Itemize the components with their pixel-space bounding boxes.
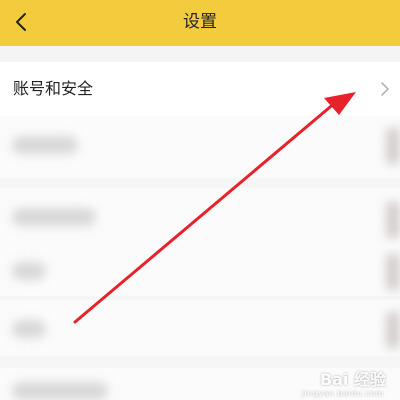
- blurred-settings-list: [0, 116, 400, 400]
- chevron-right-icon: [381, 82, 389, 96]
- blurred-row: [0, 246, 400, 296]
- settings-screen: 设置 账号和安全 Bai 经验 jingyan.baidu.com: [0, 0, 400, 400]
- blurred-text: [12, 320, 46, 338]
- blurred-row: [0, 116, 400, 178]
- blurred-edge: [386, 254, 400, 290]
- top-header: 设置: [0, 0, 400, 46]
- blurred-edge: [386, 202, 400, 238]
- baidu-watermark: Bai 经验: [319, 370, 386, 389]
- account-security-label: 账号和安全: [13, 79, 94, 98]
- page-title: 设置: [183, 12, 217, 32]
- blurred-text: [12, 136, 78, 154]
- blurred-text: [12, 262, 46, 280]
- account-security-item[interactable]: 账号和安全: [0, 62, 400, 116]
- blurred-edge: [386, 128, 400, 164]
- blurred-row: [0, 188, 400, 246]
- blurred-edge: [386, 312, 400, 348]
- baidu-watermark-url: jingyan.baidu.com: [301, 389, 384, 398]
- blurred-text: [12, 382, 108, 400]
- blurred-text: [12, 208, 96, 226]
- blurred-row: [0, 300, 400, 356]
